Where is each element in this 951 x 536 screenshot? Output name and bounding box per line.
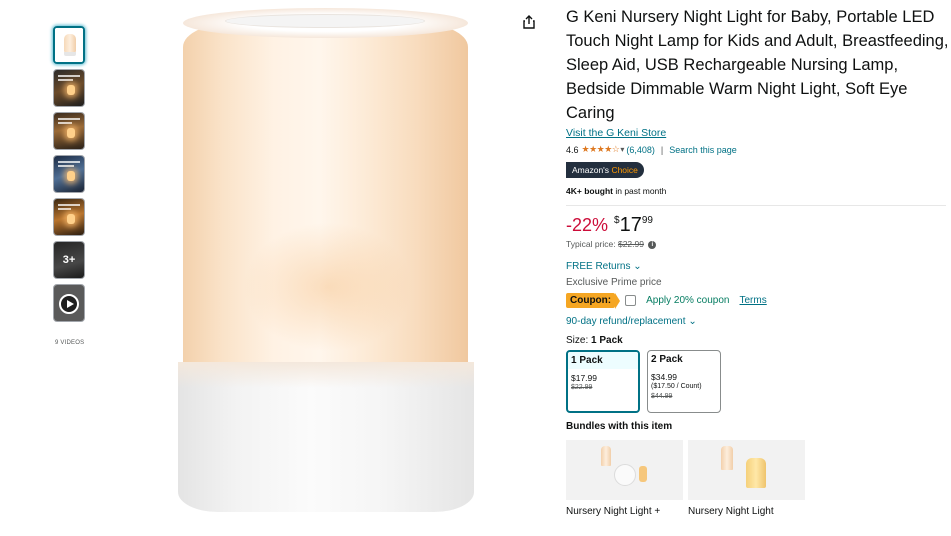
price-row: -22% $ 17 99 <box>566 214 951 236</box>
thumb-scene-4[interactable] <box>53 198 85 236</box>
thumbnail-list: 3+ <box>53 26 89 327</box>
thumb-video[interactable] <box>53 284 85 322</box>
typical-price-value: $22.99 <box>617 239 644 249</box>
bought-count: 4K+ bought <box>566 186 613 196</box>
badge-prefix: Amazon's <box>572 165 610 175</box>
main-product-image[interactable] <box>170 0 485 530</box>
swatch-price: $34.99 <box>651 372 677 382</box>
size-label: Size: 1 Pack <box>566 335 951 346</box>
discount-percent: -22% <box>566 215 609 235</box>
bought-in-past-month: 4K+ bought in past month <box>566 186 951 196</box>
bundle-image <box>566 440 683 500</box>
size-label-text: Size: <box>566 335 592 346</box>
video-count-label: 9 VIDEOS <box>55 340 85 346</box>
size-swatches: 1 Pack $17.99 $22.99 2 Pack $34.99 ($17.… <box>566 350 951 413</box>
thumb-scene-1[interactable] <box>53 69 85 107</box>
bundle-image <box>688 440 805 500</box>
rating-value: 4.6 <box>566 144 579 155</box>
price-fraction: 99 <box>641 215 653 226</box>
store-link[interactable]: Visit the G Keni Store <box>566 127 951 139</box>
product-details: G Keni Nursery Night Light for Baby, Por… <box>566 5 951 518</box>
thumb-more-label: 3+ <box>62 254 76 266</box>
badge-suffix: Choice <box>611 165 638 175</box>
lamp-top-ring <box>225 14 425 28</box>
coupon-badge: Coupon: <box>566 293 621 309</box>
swatch-title: 1 Pack <box>568 352 638 369</box>
swatch-unit-price: ($17.50 / Count) <box>651 383 702 390</box>
swatch-title: 2 Pack <box>651 354 683 365</box>
lamp-shade <box>183 22 468 367</box>
share-icon[interactable] <box>521 14 537 30</box>
section-divider <box>566 205 946 206</box>
divider: | <box>660 144 664 155</box>
bundles-list: Nursery Night Light + Nursery Night Ligh… <box>566 440 951 518</box>
chevron-down-icon: ⌄ <box>633 261 642 272</box>
bundles-title: Bundles with this item <box>566 421 673 432</box>
thumb-lamp[interactable] <box>53 26 85 64</box>
price-whole: 17 <box>619 214 642 236</box>
free-returns-label: FREE Returns <box>566 261 631 272</box>
bundle-item[interactable]: Nursery Night Light + <box>566 440 683 518</box>
play-icon <box>59 294 79 314</box>
size-selected: 1 Pack <box>591 335 623 346</box>
free-returns-link[interactable]: FREE Returns ⌄ <box>566 261 951 272</box>
refund-link[interactable]: 90-day refund/replacement ⌄ <box>566 316 951 327</box>
rating-count-link[interactable]: (6,408) <box>626 145 655 155</box>
coupon-row: Coupon: Apply 20% coupon Terms <box>566 293 951 309</box>
coupon-text[interactable]: Apply 20% coupon <box>646 295 729 306</box>
typical-price: Typical price: $22.99 i <box>566 239 951 249</box>
search-page-link[interactable]: Search this page <box>669 145 737 155</box>
swatch-price: $17.99 <box>571 373 597 383</box>
thumb-scene-3[interactable] <box>53 155 85 193</box>
typical-price-label: Typical price: <box>566 239 618 249</box>
bundle-name: Nursery Night Light <box>688 506 774 517</box>
lamp-base <box>178 362 474 512</box>
size-option-1-pack[interactable]: 1 Pack $17.99 $22.99 <box>566 350 640 413</box>
size-option-2-pack[interactable]: 2 Pack $34.99 ($17.50 / Count) $44.99 <box>647 350 721 413</box>
refund-label: 90-day refund/replacement <box>566 316 686 327</box>
coupon-terms-link[interactable]: Terms <box>740 295 767 306</box>
prime-price-label: Exclusive Prime price <box>566 277 662 288</box>
thumb-more[interactable]: 3+ <box>53 241 85 279</box>
bought-rest: in past month <box>612 186 667 196</box>
swatch-list-price: $44.99 <box>651 393 673 400</box>
chevron-down-icon: ⌄ <box>688 316 697 327</box>
amazons-choice-badge: Amazon's Choice <box>566 162 644 178</box>
thumb-scene-2[interactable] <box>53 112 85 150</box>
chevron-down-icon[interactable]: ▾ <box>620 145 624 154</box>
product-title: G Keni Nursery Night Light for Baby, Por… <box>566 8 949 122</box>
bundle-name: Nursery Night Light + <box>566 506 661 517</box>
rating-row: 4.6 ★★★★☆ ▾ (6,408) | Search this page <box>566 144 951 155</box>
star-rating-icon[interactable]: ★★★★☆ <box>582 144 620 155</box>
coupon-checkbox[interactable] <box>625 295 637 306</box>
swatch-list-price: $22.99 <box>571 384 593 391</box>
bundle-item[interactable]: Nursery Night Light <box>688 440 805 518</box>
info-icon[interactable]: i <box>648 240 657 249</box>
